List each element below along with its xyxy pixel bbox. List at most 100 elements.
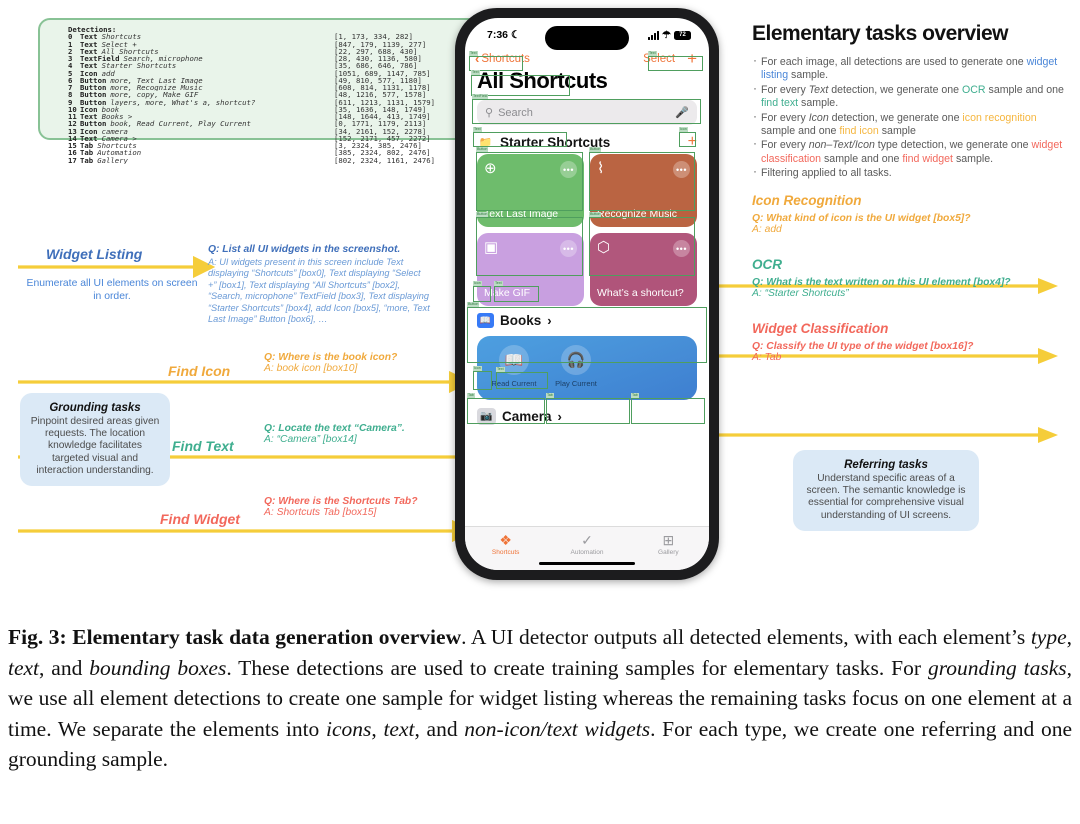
bullet-fragment: sample.: [798, 97, 839, 110]
back-label: Shortcuts: [481, 52, 530, 65]
moon-icon: ☾: [511, 29, 521, 41]
bullet-item: For every non–Text/Icon type detection, …: [752, 137, 1070, 166]
caption-i4: grounding tasks: [927, 655, 1067, 680]
find-text-question: Q: Locate the text “Camera”.: [264, 423, 405, 434]
tab-icon: ❖: [499, 532, 512, 548]
more-icon[interactable]: •••: [673, 240, 690, 257]
section-header-books[interactable]: 📖 Books ›: [465, 306, 709, 331]
bullet-fragment: type detection, we generate one: [874, 139, 1032, 152]
referring-tasks-box: Referring tasks Understand specific area…: [793, 450, 979, 531]
books-label: Books: [500, 313, 542, 328]
find-widget-title: Find Widget: [160, 511, 240, 527]
grounding-tasks-box: Grounding tasks Pinpoint desired areas g…: [20, 393, 170, 487]
bullet-fragment: For every: [761, 83, 809, 96]
detection-row: 5 Icon add [1051, 689, 1147, 785]: [68, 68, 431, 78]
widget-listing-desc: Enumerate all UI elements on screen in o…: [26, 278, 198, 302]
figure-caption: Fig. 3: Elementary task data generation …: [8, 622, 1072, 775]
detection-row: 11 Text Books > [148, 1644, 413, 1749]: [68, 112, 431, 121]
caption-rest-1: . A UI detector outputs all detected ele…: [461, 625, 1031, 649]
caption-sep2: , and: [39, 655, 90, 680]
tab-label: Gallery: [658, 549, 679, 556]
bullet-fragment: OCR: [962, 83, 986, 96]
caption-sep4: , and: [414, 716, 465, 741]
caption-sep1: ,: [1066, 625, 1073, 649]
shortcut-card[interactable]: ⊕ ••• Text Last Image: [477, 154, 584, 227]
tab-gallery[interactable]: ⊞ Gallery: [628, 527, 709, 570]
widget-listing-qa: Q: List all UI widgets in the screenshot…: [208, 244, 430, 325]
shortcut-card[interactable]: ⬡ ••• What’s a shortcut?: [590, 233, 697, 306]
grounding-tasks-body: Pinpoint desired areas given requests. T…: [30, 416, 160, 476]
microphone-icon[interactable]: 🎤: [675, 106, 689, 119]
shortcut-card[interactable]: ⌇ ••• Recognize Music: [590, 154, 697, 227]
camera-icon: 📷: [477, 408, 496, 425]
detection-row: 3 TextField Search, microphone [28, 430, 11…: [68, 54, 422, 63]
detections-header: Detections:: [68, 25, 117, 34]
more-icon[interactable]: •••: [560, 161, 577, 178]
detection-row: 9 Button layers, more, What's a, shortcut?…: [68, 97, 436, 107]
back-button[interactable]: ‹ Shortcuts: [475, 51, 530, 66]
dynamic-island: [545, 26, 629, 50]
tab-shortcuts[interactable]: ❖ Shortcuts: [465, 527, 546, 570]
icon-recognition-question: Q: What kind of icon is the UI widget [b…: [752, 212, 971, 224]
section-title: Starter Shortcuts: [500, 134, 611, 150]
section-add-icon[interactable]: +: [688, 133, 697, 151]
detection-row: 17 Tab Gallery [802, 2324, 1161, 2476]: [68, 155, 436, 165]
find-icon-title: Find Icon: [168, 363, 231, 379]
shortcut-card[interactable]: ▣ ••• Make GIF: [477, 233, 584, 306]
battery-icon: 72: [674, 30, 691, 40]
search-input[interactable]: ⚲ Search 🎤: [477, 100, 697, 125]
detection-row: 7 Button more, Recognize Music [608, 814, 1…: [68, 83, 431, 92]
select-button[interactable]: Select: [643, 53, 675, 65]
shortcut-card-label: What’s a shortcut?: [597, 286, 684, 299]
ocr-question: Q: What is the text written on this UI e…: [752, 276, 1011, 288]
widget-classification-question: Q: Classify the UI type of the widget [b…: [752, 340, 974, 352]
caption-rest-2: . These detections are used to create tr…: [226, 655, 928, 680]
tab-icon: ✓: [581, 532, 593, 548]
find-text-qa: Q: Locate the text “Camera”. A: “Camera”…: [264, 423, 405, 445]
caption-sep3: ,: [371, 716, 384, 741]
detection-row: 0 Text Shortcuts [1, 173, 334, 282]: [68, 32, 414, 42]
nav-bar: ‹ Shortcuts Select +: [465, 48, 709, 67]
caption-bold: Elementary task data generation overview: [72, 625, 462, 649]
bullet-fragment: find icon: [839, 125, 879, 138]
home-indicator: [539, 561, 635, 565]
tab-icon: ⊞: [662, 532, 675, 548]
books-action[interactable]: 📖 Read Current: [491, 345, 537, 400]
detection-row: 1 Text Select + [847, 179, 1139, 277]: [68, 39, 427, 49]
find-icon-qa: Q: Where is the book icon? A: book icon …: [264, 352, 397, 374]
widget-classification-answer: A: Tab: [752, 351, 782, 363]
phone-screen: 7:36 ☾ ☂ 72 ‹ Shortcuts Select + All Sho…: [465, 18, 709, 570]
section-header-camera[interactable]: 📷 Camera ›: [465, 400, 709, 425]
search-icon: ⚲: [485, 107, 494, 119]
bullet-fragment: non–Text/Icon: [808, 139, 875, 152]
more-icon[interactable]: •••: [673, 161, 690, 178]
page-title: All Shortcuts: [477, 68, 608, 93]
books-action[interactable]: 🎧 Play Current: [553, 345, 599, 400]
shortcut-card-grid: ⊕ ••• Text Last Image ⌇ ••• Recognize Music ▣ •…: [465, 154, 709, 306]
bullet-item: For every Text detection, we generate on…: [752, 82, 1070, 111]
bullet-item: For each image, all detections are used …: [752, 54, 1070, 83]
bullet-fragment: sample and one: [761, 125, 840, 138]
section-header-starter-shortcuts: 📁 Starter Shortcuts +: [465, 125, 709, 154]
chevron-right-icon: ›: [557, 409, 562, 424]
widget-classification-title: Widget Classification: [752, 320, 889, 336]
tab-label: Shortcuts: [491, 549, 520, 556]
arrow-widget-classification-head: [1038, 427, 1058, 443]
books-banner[interactable]: 📖 Read Current 🎧 Play Current: [477, 336, 697, 400]
chevron-left-icon: ‹: [475, 51, 480, 66]
read-current-icon: 📖: [499, 345, 529, 375]
play-current-label: Play Current: [555, 379, 597, 388]
icon-recognition-answer: A: add: [752, 223, 782, 235]
bullet-item: Filtering applied to all tasks.: [752, 165, 1070, 180]
cellular-signal-icon: [648, 30, 660, 40]
find-widget-answer: A: Shortcuts Tab [box15]: [264, 507, 377, 518]
bullet-fragment: For every: [761, 139, 809, 152]
more-icon[interactable]: •••: [560, 240, 577, 257]
add-icon[interactable]: +: [687, 50, 697, 67]
caption-i2: text: [8, 655, 40, 680]
bullet-fragment: sample and one: [821, 152, 903, 165]
bullet-fragment: Filtering applied to all tasks.: [761, 167, 892, 180]
right-title: Elementary tasks overview: [752, 22, 1009, 45]
detections-panel: Detections: 0 Text Shortcuts [1, 173, 334, …: [38, 18, 504, 164]
book-icon: 📖: [477, 313, 494, 328]
